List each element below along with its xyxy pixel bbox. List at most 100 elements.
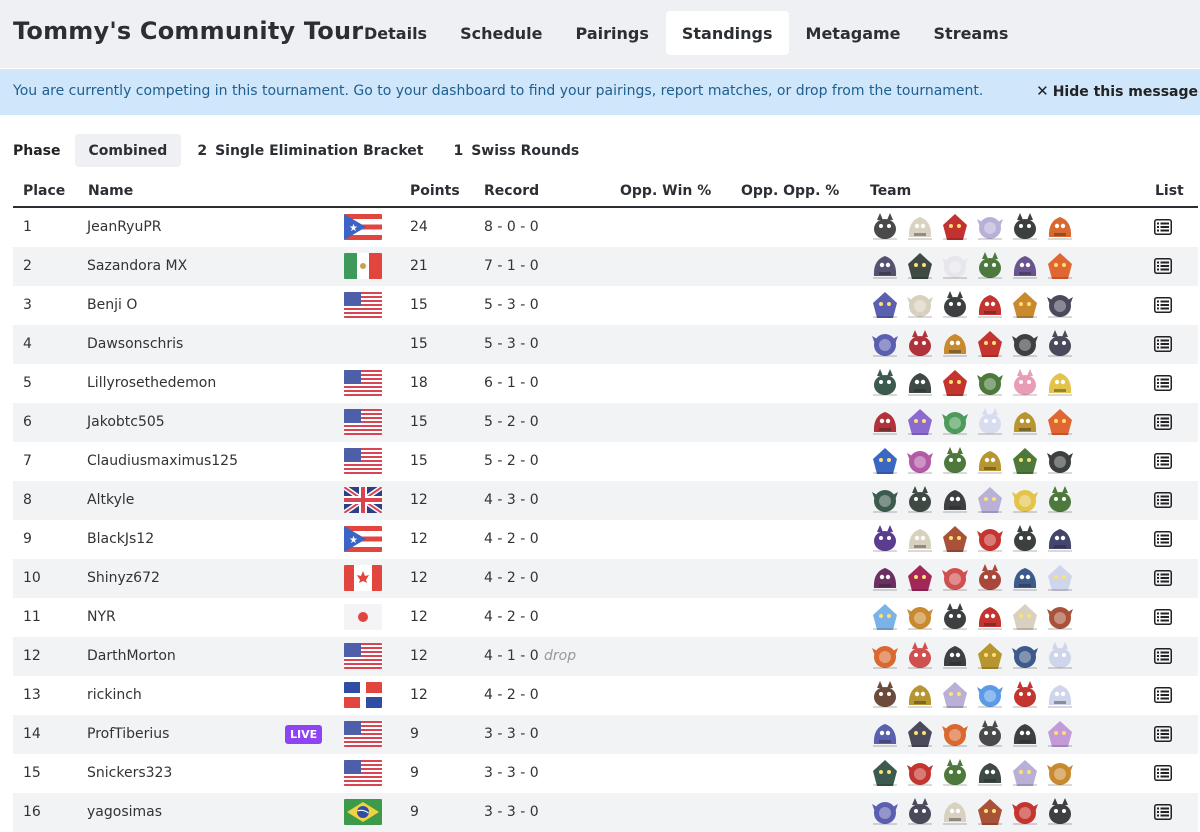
pokemon-sprite-icon[interactable] <box>1043 639 1076 672</box>
tab-details[interactable]: Details <box>348 11 443 55</box>
team-list-icon[interactable] <box>1154 219 1172 235</box>
pokemon-sprite-icon[interactable] <box>938 756 971 789</box>
pokemon-sprite-icon[interactable] <box>973 327 1006 360</box>
pokemon-sprite-icon[interactable] <box>1008 210 1041 243</box>
player-name-link[interactable]: rickinch <box>87 687 142 703</box>
team-list-icon[interactable] <box>1154 258 1172 274</box>
team-list-icon[interactable] <box>1154 453 1172 469</box>
team-list-icon[interactable] <box>1154 726 1172 742</box>
pokemon-sprite-icon[interactable] <box>868 795 901 828</box>
pokemon-sprite-icon[interactable] <box>903 795 936 828</box>
hide-message-button[interactable]: ✕ Hide this message <box>1036 82 1198 100</box>
phase-combined[interactable]: Combined <box>74 134 182 167</box>
pokemon-sprite-icon[interactable] <box>903 717 936 750</box>
pokemon-sprite-icon[interactable] <box>868 366 901 399</box>
team-list-icon[interactable] <box>1154 414 1172 430</box>
player-name-link[interactable]: Sazandora MX <box>87 258 187 274</box>
pokemon-sprite-icon[interactable] <box>1008 444 1041 477</box>
player-name-link[interactable]: Altkyle <box>87 492 134 508</box>
pokemon-sprite-icon[interactable] <box>938 639 971 672</box>
pokemon-sprite-icon[interactable] <box>938 561 971 594</box>
team-list-icon[interactable] <box>1154 531 1172 547</box>
pokemon-sprite-icon[interactable] <box>1043 288 1076 321</box>
pokemon-sprite-icon[interactable] <box>868 561 901 594</box>
header-opp-opp[interactable]: Opp. Opp. % <box>741 183 839 199</box>
player-name-link[interactable]: NYR <box>87 609 116 625</box>
pokemon-sprite-icon[interactable] <box>868 717 901 750</box>
header-opp-win[interactable]: Opp. Win % <box>620 183 711 199</box>
pokemon-sprite-icon[interactable] <box>938 600 971 633</box>
player-name-link[interactable]: BlackJs12 <box>87 531 154 547</box>
team-list-icon[interactable] <box>1154 648 1172 664</box>
pokemon-sprite-icon[interactable] <box>1008 561 1041 594</box>
pokemon-sprite-icon[interactable] <box>868 444 901 477</box>
player-name-link[interactable]: Snickers323 <box>87 765 172 781</box>
live-badge[interactable]: LIVE <box>285 725 323 744</box>
pokemon-sprite-icon[interactable] <box>1043 249 1076 282</box>
pokemon-sprite-icon[interactable] <box>1043 717 1076 750</box>
pokemon-sprite-icon[interactable] <box>868 678 901 711</box>
team-list-icon[interactable] <box>1154 336 1172 352</box>
pokemon-sprite-icon[interactable] <box>1008 288 1041 321</box>
pokemon-sprite-icon[interactable] <box>903 444 936 477</box>
pokemon-sprite-icon[interactable] <box>938 678 971 711</box>
pokemon-sprite-icon[interactable] <box>938 327 971 360</box>
pokemon-sprite-icon[interactable] <box>973 717 1006 750</box>
pokemon-sprite-icon[interactable] <box>1043 327 1076 360</box>
pokemon-sprite-icon[interactable] <box>903 366 936 399</box>
pokemon-sprite-icon[interactable] <box>1043 795 1076 828</box>
player-name-link[interactable]: Shinyz672 <box>87 570 160 586</box>
tab-standings[interactable]: Standings <box>665 11 789 55</box>
pokemon-sprite-icon[interactable] <box>1008 405 1041 438</box>
pokemon-sprite-icon[interactable] <box>1043 405 1076 438</box>
pokemon-sprite-icon[interactable] <box>903 639 936 672</box>
pokemon-sprite-icon[interactable] <box>973 639 1006 672</box>
pokemon-sprite-icon[interactable] <box>903 483 936 516</box>
pokemon-sprite-icon[interactable] <box>1043 444 1076 477</box>
pokemon-sprite-icon[interactable] <box>938 795 971 828</box>
pokemon-sprite-icon[interactable] <box>973 561 1006 594</box>
team-list-icon[interactable] <box>1154 570 1172 586</box>
player-name-link[interactable]: Lillyrosethedemon <box>87 375 216 391</box>
player-name-link[interactable]: Dawsonschris <box>87 336 183 352</box>
pokemon-sprite-icon[interactable] <box>1008 795 1041 828</box>
phase-swiss-rounds[interactable]: 1 Swiss Rounds <box>439 134 593 167</box>
pokemon-sprite-icon[interactable] <box>903 600 936 633</box>
pokemon-sprite-icon[interactable] <box>903 561 936 594</box>
pokemon-sprite-icon[interactable] <box>1043 483 1076 516</box>
pokemon-sprite-icon[interactable] <box>903 678 936 711</box>
pokemon-sprite-icon[interactable] <box>903 249 936 282</box>
pokemon-sprite-icon[interactable] <box>938 405 971 438</box>
pokemon-sprite-icon[interactable] <box>973 210 1006 243</box>
pokemon-sprite-icon[interactable] <box>1043 366 1076 399</box>
pokemon-sprite-icon[interactable] <box>1008 639 1041 672</box>
pokemon-sprite-icon[interactable] <box>1043 561 1076 594</box>
pokemon-sprite-icon[interactable] <box>903 327 936 360</box>
pokemon-sprite-icon[interactable] <box>1008 327 1041 360</box>
pokemon-sprite-icon[interactable] <box>938 249 971 282</box>
pokemon-sprite-icon[interactable] <box>1008 249 1041 282</box>
pokemon-sprite-icon[interactable] <box>868 405 901 438</box>
header-name[interactable]: Name <box>88 183 133 199</box>
pokemon-sprite-icon[interactable] <box>1008 600 1041 633</box>
pokemon-sprite-icon[interactable] <box>973 600 1006 633</box>
player-name-link[interactable]: ProfTiberius <box>87 726 169 742</box>
team-list-icon[interactable] <box>1154 609 1172 625</box>
tab-metagame[interactable]: Metagame <box>790 11 917 55</box>
pokemon-sprite-icon[interactable] <box>1043 756 1076 789</box>
pokemon-sprite-icon[interactable] <box>903 405 936 438</box>
pokemon-sprite-icon[interactable] <box>1008 756 1041 789</box>
pokemon-sprite-icon[interactable] <box>973 522 1006 555</box>
pokemon-sprite-icon[interactable] <box>1008 717 1041 750</box>
team-list-icon[interactable] <box>1154 492 1172 508</box>
pokemon-sprite-icon[interactable] <box>973 678 1006 711</box>
pokemon-sprite-icon[interactable] <box>868 600 901 633</box>
pokemon-sprite-icon[interactable] <box>973 795 1006 828</box>
team-list-icon[interactable] <box>1154 804 1172 820</box>
team-list-icon[interactable] <box>1154 375 1172 391</box>
team-list-icon[interactable] <box>1154 297 1172 313</box>
pokemon-sprite-icon[interactable] <box>903 756 936 789</box>
pokemon-sprite-icon[interactable] <box>973 366 1006 399</box>
pokemon-sprite-icon[interactable] <box>1008 483 1041 516</box>
pokemon-sprite-icon[interactable] <box>973 483 1006 516</box>
